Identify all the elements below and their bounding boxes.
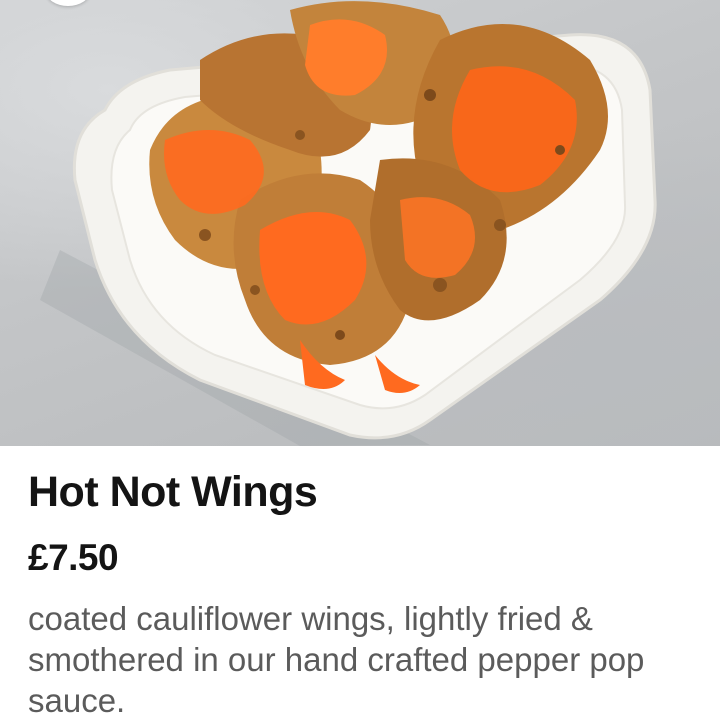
- item-description: coated cauliflower wings, lightly fried …: [28, 600, 645, 719]
- item-price: £7.50: [28, 537, 119, 578]
- item-title: Hot Not Wings: [28, 468, 318, 516]
- food-illustration: [40, 1, 657, 446]
- product-photo: [0, 0, 720, 446]
